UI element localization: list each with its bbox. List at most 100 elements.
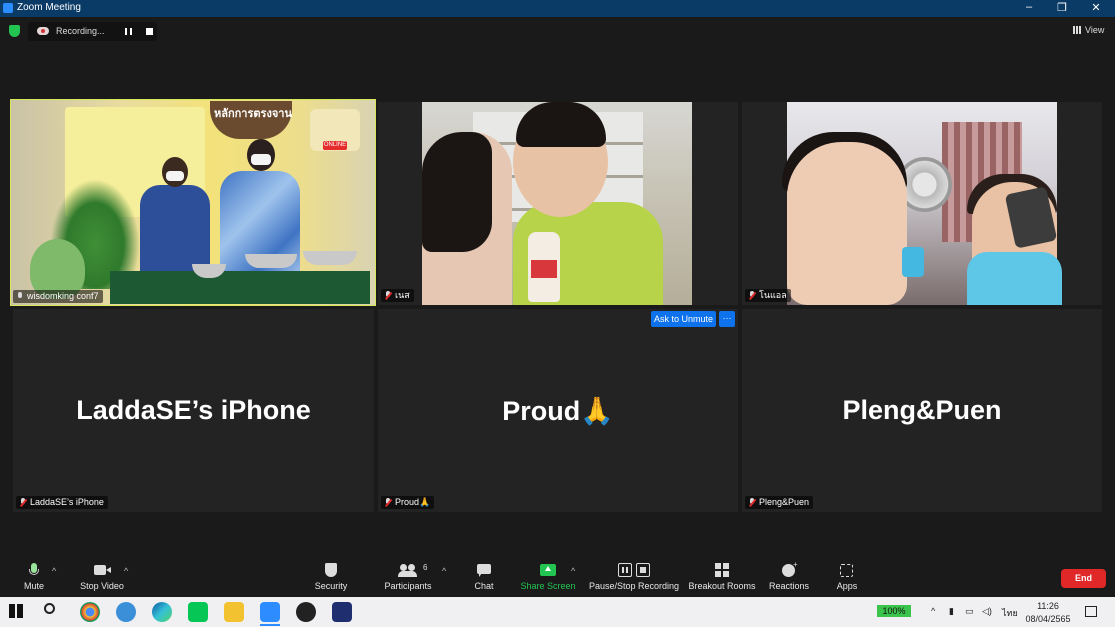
child-shirt [967,252,1062,305]
encryption-shield-icon[interactable] [9,25,20,37]
drink-bottle [528,232,560,302]
apps-button[interactable]: Apps [830,563,864,591]
windows-taskbar: 100% ^ ▮ ▭ ◁) ไทย 11:26 08/04/2565 [0,597,1115,627]
edge-icon[interactable] [152,602,172,622]
bowl [303,251,357,265]
participant-name: LaddaSE’s iPhone [30,497,104,507]
webex-icon[interactable] [332,602,352,622]
minimize-button[interactable]: – [1019,1,1039,13]
view-label: View [1085,25,1105,35]
active-app-indicator [260,624,280,626]
recording-indicator: Recording... [28,22,157,41]
share-screen-label: Share Screen [520,581,576,591]
share-options-caret-icon[interactable]: ^ [571,566,575,576]
mute-options-caret-icon[interactable]: ^ [52,566,56,576]
window-title: Zoom Meeting [17,2,81,13]
grid-view-icon [1073,26,1081,34]
volume-icon[interactable]: ◁) [982,606,992,617]
participant-name-badge: Proud🙏 [381,496,435,509]
participant-display-name: Pleng&Puen [842,395,1002,425]
security-label: Security [314,581,348,591]
apps-icon [839,563,855,577]
mute-button[interactable]: Mute [14,563,54,591]
zoom-taskbar-icon[interactable] [260,602,280,622]
mute-label: Mute [23,581,44,591]
title-bar: Zoom Meeting – ❐ ✕ [0,0,1115,17]
zoom-logo-icon [3,3,13,13]
windows-start-icon[interactable] [9,604,23,618]
security-button[interactable]: Security [310,563,352,591]
share-screen-button[interactable]: Share Screen [518,563,578,591]
participant-name: โนแอล [759,290,787,300]
end-meeting-button[interactable]: End [1061,569,1106,588]
media-app-icon[interactable] [296,602,316,622]
language-indicator[interactable]: ไทย [1002,606,1018,620]
close-button[interactable]: ✕ [1086,1,1106,14]
microphone-icon [26,563,42,577]
pause-stop-recording-button[interactable]: Pause/Stop Recording [588,563,680,591]
stop-icon[interactable] [146,28,153,35]
pause-stop-recording-label: Pause/Stop Recording [588,581,680,591]
strap [902,247,924,277]
view-button[interactable]: View [1068,22,1112,38]
chat-button[interactable]: Chat [468,563,500,591]
breakout-rooms-button[interactable]: Breakout Rooms [686,563,758,591]
network-icon[interactable]: ▭ [965,606,974,617]
participant-name: wisdomking conf7 [27,291,99,301]
participants-button[interactable]: 6 Participants [380,563,436,591]
security-shield-icon [323,563,339,577]
video-tile-nes[interactable]: เนส [378,102,738,305]
share-screen-icon [540,563,556,577]
show-hidden-icons-icon[interactable]: ^ [931,606,935,616]
table [110,271,370,304]
breakout-rooms-label: Breakout Rooms [688,581,756,591]
video-camera-icon [94,563,111,577]
apps-label: Apps [836,581,858,591]
video-tile-wisdomking[interactable]: หลักการตรงจาน ONLINE wisdomking conf7 [10,99,376,306]
pause-icon[interactable] [125,28,132,35]
muted-microphone-icon [385,498,391,507]
participant-name: เนส [395,290,410,300]
clock-time[interactable]: 11:26 [1028,601,1068,611]
battery-indicator[interactable]: 100% [877,605,911,617]
muted-microphone-icon [385,291,391,300]
muted-microphone-icon [749,291,755,300]
recording-label: Recording... [56,26,105,36]
microphone-tray-icon[interactable]: ▮ [949,606,954,617]
participant-name-badge: LaddaSE’s iPhone [16,496,108,509]
participant-name-badge: โนแอล [745,289,791,302]
bowl [245,254,297,268]
video-tile-pleng[interactable]: Pleng&Puen Pleng&Puen [742,309,1102,512]
video-options-caret-icon[interactable]: ^ [124,566,128,576]
line-app-icon[interactable] [188,602,208,622]
notification-center-icon[interactable] [1085,606,1097,617]
stop-video-button[interactable]: Stop Video [76,563,128,591]
participant-display-name: LaddaSE’s iPhone [76,395,311,425]
search-icon[interactable] [44,603,55,614]
muted-microphone-icon [20,498,26,507]
video-tile-proud[interactable]: Proud🙏 Proud🙏 [378,309,738,512]
online-badge: ONLINE [323,141,347,150]
participants-icon: 6 [398,563,427,577]
ask-to-unmute-button[interactable]: Ask to Unmute [651,311,716,327]
stop-video-label: Stop Video [80,581,124,591]
video-tile-noel[interactable]: โนแอล [742,102,1102,305]
clock-date[interactable]: 08/04/2565 [1024,614,1072,624]
reactions-label: Reactions [768,581,810,591]
participants-count: 6 [423,563,428,572]
pause-stop-icon [618,563,650,577]
maximize-button[interactable]: ❐ [1052,1,1072,14]
participants-options-caret-icon[interactable]: ^ [442,566,446,576]
muted-microphone-icon [749,498,755,507]
internet-explorer-icon[interactable] [116,602,136,622]
breakout-rooms-icon [714,563,730,577]
file-explorer-icon[interactable] [224,602,244,622]
chrome-icon[interactable] [80,602,100,622]
chat-bubble-icon [476,563,492,577]
more-options-button[interactable]: ··· [719,311,735,327]
participants-label: Participants [384,581,432,591]
participant-name-badge: wisdomking conf7 [13,290,103,303]
reactions-button[interactable]: + Reactions [766,560,812,591]
video-tile-laddase[interactable]: LaddaSE’s iPhone LaddaSE’s iPhone [13,309,374,512]
participant-display-name: Proud🙏 [502,396,614,426]
